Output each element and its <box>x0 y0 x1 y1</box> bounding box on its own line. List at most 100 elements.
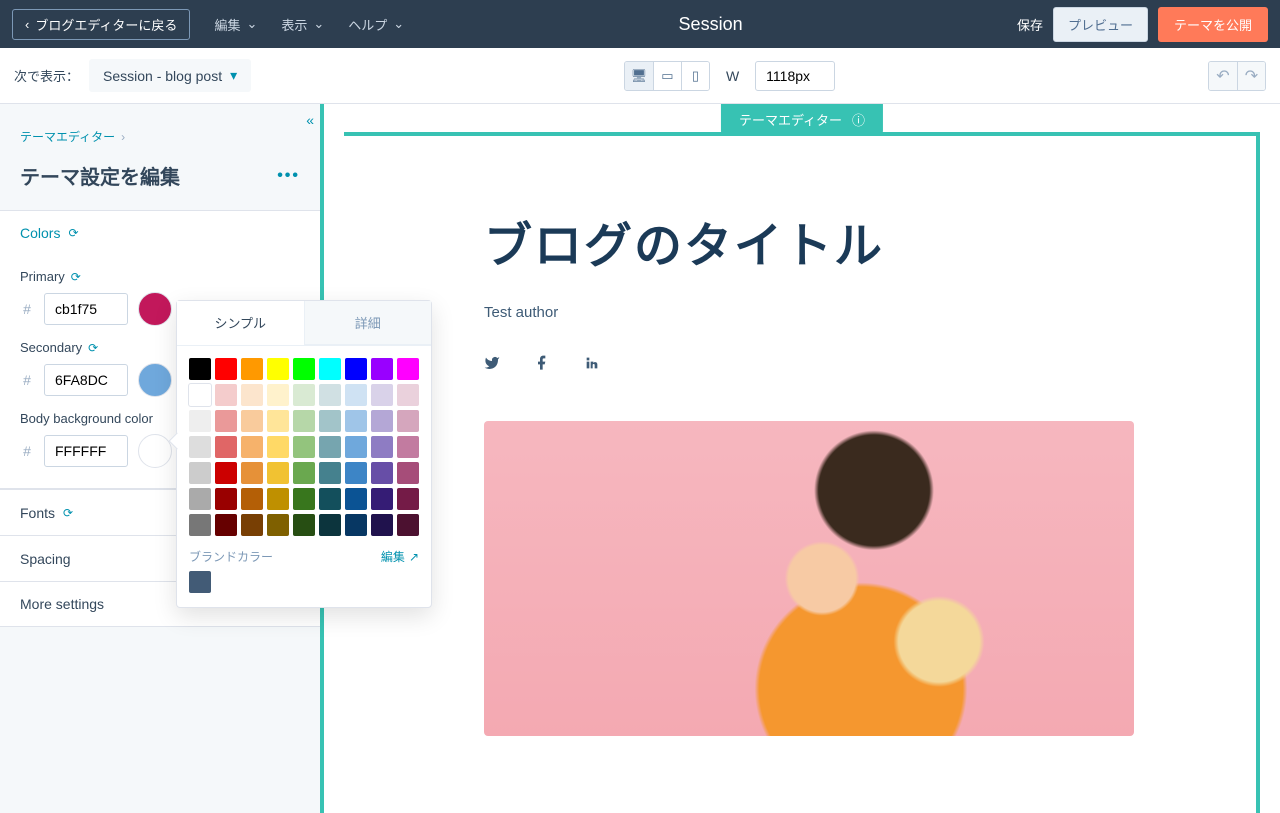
body-bg-swatch[interactable] <box>138 434 172 468</box>
brand-edit-link[interactable]: 編集 ↗ <box>381 548 419 565</box>
double-chevron-left-icon: « <box>306 112 314 128</box>
color-swatch[interactable] <box>267 462 289 484</box>
hash-prefix: # <box>20 372 34 388</box>
chevron-left-icon: ‹ <box>25 17 29 32</box>
color-swatch[interactable] <box>215 358 237 380</box>
color-swatch[interactable] <box>293 462 315 484</box>
color-swatch[interactable] <box>215 488 237 510</box>
color-swatch[interactable] <box>189 410 211 432</box>
primary-hex-input[interactable] <box>44 293 128 325</box>
tab-simple[interactable]: シンプル <box>177 301 304 345</box>
color-swatch[interactable] <box>371 384 393 406</box>
back-button[interactable]: ‹ ブログエディターに戻る <box>12 9 190 40</box>
publish-button[interactable]: テーマを公開 <box>1158 7 1268 42</box>
secondary-swatch[interactable] <box>138 363 172 397</box>
twitter-icon[interactable] <box>484 355 500 371</box>
collapse-sidebar[interactable]: « <box>306 112 314 128</box>
menu-help[interactable]: ヘルプ ⌄ <box>348 15 404 34</box>
color-swatch[interactable] <box>371 488 393 510</box>
width-input[interactable] <box>755 61 835 91</box>
menu-view[interactable]: 表示 ⌄ <box>281 15 324 34</box>
color-swatch[interactable] <box>267 488 289 510</box>
color-swatch[interactable] <box>293 488 315 510</box>
color-swatch[interactable] <box>241 384 263 406</box>
color-swatch[interactable] <box>241 436 263 458</box>
color-swatch[interactable] <box>345 410 367 432</box>
device-tablet[interactable]: ▭ <box>653 62 681 90</box>
device-desktop[interactable]: 🖥 <box>625 62 653 90</box>
color-swatch[interactable] <box>319 358 341 380</box>
color-swatch[interactable] <box>319 514 341 536</box>
color-swatch[interactable] <box>241 358 263 380</box>
breadcrumb-link[interactable]: テーマエディター <box>20 128 115 145</box>
color-swatch[interactable] <box>371 462 393 484</box>
device-mobile[interactable]: ▯ <box>681 62 709 90</box>
color-swatch[interactable] <box>189 514 211 536</box>
color-swatch[interactable] <box>293 436 315 458</box>
color-swatch[interactable] <box>267 410 289 432</box>
preview-button[interactable]: プレビュー <box>1053 7 1148 42</box>
facebook-icon[interactable] <box>534 355 550 371</box>
color-swatch[interactable] <box>293 410 315 432</box>
color-swatch[interactable] <box>215 410 237 432</box>
color-swatch[interactable] <box>293 514 315 536</box>
color-swatch[interactable] <box>319 436 341 458</box>
color-swatch[interactable] <box>397 488 419 510</box>
color-swatch[interactable] <box>319 462 341 484</box>
color-swatch[interactable] <box>397 436 419 458</box>
color-swatch[interactable] <box>189 384 211 406</box>
color-swatch[interactable] <box>345 358 367 380</box>
section-colors-header[interactable]: Colors ⟳ <box>0 211 320 255</box>
color-swatch[interactable] <box>319 410 341 432</box>
redo-button[interactable]: ↷ <box>1237 62 1265 90</box>
color-swatch[interactable] <box>215 436 237 458</box>
color-swatch[interactable] <box>267 514 289 536</box>
primary-swatch[interactable] <box>138 292 172 326</box>
color-swatch[interactable] <box>371 436 393 458</box>
color-swatch[interactable] <box>215 462 237 484</box>
color-swatch[interactable] <box>345 488 367 510</box>
color-swatch[interactable] <box>345 462 367 484</box>
menu-edit[interactable]: 編集 ⌄ <box>214 15 257 34</box>
tab-detail[interactable]: 詳細 <box>304 301 432 345</box>
more-actions[interactable]: ••• <box>277 167 300 185</box>
color-swatch[interactable] <box>397 384 419 406</box>
color-swatch[interactable] <box>397 410 419 432</box>
color-swatch[interactable] <box>345 384 367 406</box>
save-link[interactable]: 保存 <box>1017 15 1043 34</box>
color-swatch[interactable] <box>267 384 289 406</box>
color-swatch[interactable] <box>241 488 263 510</box>
blog-post: ブログのタイトル Test author <box>344 136 1256 736</box>
color-swatch[interactable] <box>241 462 263 484</box>
secondary-hex-input[interactable] <box>44 364 128 396</box>
linkedin-icon[interactable] <box>584 355 600 371</box>
color-swatch[interactable] <box>267 358 289 380</box>
color-swatch[interactable] <box>215 514 237 536</box>
color-swatch[interactable] <box>215 384 237 406</box>
color-swatch[interactable] <box>293 358 315 380</box>
color-swatch[interactable] <box>397 358 419 380</box>
color-swatch[interactable] <box>189 462 211 484</box>
undo-button[interactable]: ↶ <box>1209 62 1237 90</box>
color-swatch[interactable] <box>371 358 393 380</box>
color-swatch[interactable] <box>189 358 211 380</box>
color-swatch[interactable] <box>241 514 263 536</box>
color-swatch[interactable] <box>267 436 289 458</box>
color-swatch[interactable] <box>293 384 315 406</box>
color-swatch[interactable] <box>319 488 341 510</box>
color-swatch[interactable] <box>189 488 211 510</box>
brand-swatch[interactable] <box>189 571 211 593</box>
color-swatch[interactable] <box>345 514 367 536</box>
color-swatch[interactable] <box>397 462 419 484</box>
color-swatch[interactable] <box>397 514 419 536</box>
body-bg-hex-input[interactable] <box>44 435 128 467</box>
show-on-select[interactable]: Session - blog post ▾ <box>89 59 251 92</box>
color-swatch[interactable] <box>319 384 341 406</box>
desktop-icon: 🖥 <box>631 68 648 84</box>
color-swatch[interactable] <box>241 410 263 432</box>
color-swatch[interactable] <box>345 436 367 458</box>
color-swatch[interactable] <box>189 436 211 458</box>
color-swatch[interactable] <box>371 514 393 536</box>
redo-icon: ↷ <box>1245 66 1258 86</box>
color-swatch[interactable] <box>371 410 393 432</box>
